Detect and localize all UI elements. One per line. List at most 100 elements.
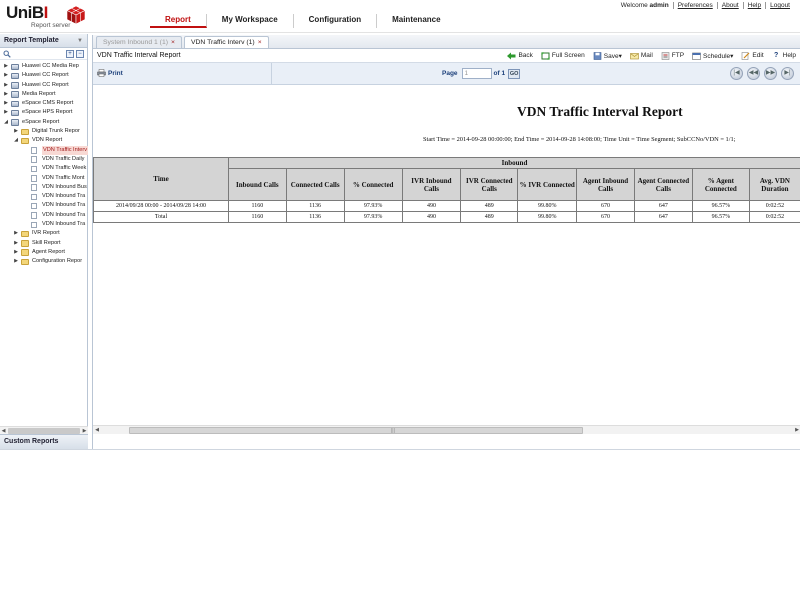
nav-configuration[interactable]: Configuration xyxy=(294,14,378,28)
tree-item[interactable]: ▶ Media Report xyxy=(0,90,88,99)
back-button[interactable]: Back xyxy=(507,52,533,60)
print-button[interactable]: Print xyxy=(97,69,123,77)
tree-item[interactable]: VDN Traffic Daily xyxy=(0,155,88,164)
col-header: Agent Connected Calls xyxy=(633,168,693,201)
mail-button[interactable]: Mail xyxy=(630,52,653,60)
expand-arrow-icon[interactable]: ▶ xyxy=(13,229,19,238)
custom-reports-header[interactable]: Custom Reports xyxy=(0,434,88,449)
nav-report[interactable]: Report xyxy=(150,14,207,28)
collapse-arrow-icon[interactable]: ◢ xyxy=(3,118,9,127)
tree-item-label: IVR Report xyxy=(32,230,60,237)
tree-item[interactable]: VDN Inbound Tra xyxy=(0,201,88,210)
go-button[interactable]: GO xyxy=(508,68,521,79)
col-header: % Agent Connected xyxy=(691,168,750,201)
pager-bar: Print Page 1 of 1 GO |◀ ◀◀ ▶▶ ▶| xyxy=(93,63,800,85)
expand-arrow-icon[interactable]: ▶ xyxy=(3,62,9,71)
expand-arrow-icon[interactable]: ▶ xyxy=(3,108,9,117)
tree-item-label: VDN Traffic Daily xyxy=(42,155,85,162)
page-number-input[interactable]: 1 xyxy=(461,68,492,79)
tree-item[interactable]: ▶ Agent Report xyxy=(0,248,88,257)
close-icon[interactable]: × xyxy=(171,39,175,46)
top-header: UniBI Report server Report My Workspace … xyxy=(0,0,800,33)
database-icon xyxy=(11,119,19,126)
previous-page-icon[interactable]: ◀◀ xyxy=(747,67,760,80)
report-title: VDN Traffic Interval Report xyxy=(517,104,683,119)
scroll-thumb[interactable]: ||| xyxy=(129,427,583,434)
collapse-icon[interactable]: ▼ xyxy=(77,38,87,44)
report-canvas: VDN Traffic Interval Report Start Time =… xyxy=(93,86,800,436)
scroll-right-icon[interactable]: ▶ xyxy=(793,426,800,435)
table-cell: 670 xyxy=(576,211,635,223)
first-page-icon[interactable]: |◀ xyxy=(730,67,743,80)
tree-item[interactable]: VDN Traffic Interv xyxy=(0,145,88,155)
tree-item[interactable]: VDN Traffic Mont xyxy=(0,174,88,183)
tree-item[interactable]: ▶ IVR Report xyxy=(0,229,88,238)
tree-item[interactable]: ▶ Huawei CC Report xyxy=(0,81,88,90)
tree-item[interactable]: ▶ eSpace HPS Report xyxy=(0,108,88,117)
about-link[interactable]: About xyxy=(716,2,743,9)
expand-arrow-icon[interactable]: ▶ xyxy=(3,90,9,99)
main-nav: Report My Workspace Configuration Mainte… xyxy=(150,14,456,30)
tree-item[interactable]: VDN Traffic Week xyxy=(0,164,88,173)
tree-item[interactable]: VDN Inbound Tra xyxy=(0,220,88,229)
tree-item[interactable]: ◢ VDN Report xyxy=(0,136,88,145)
edit-button[interactable]: Edit xyxy=(741,51,764,60)
col-header: IVR Inbound Calls xyxy=(401,168,462,201)
page-nav-buttons: |◀ ◀◀ ▶▶ ▶| xyxy=(726,67,794,80)
preferences-link[interactable]: Preferences xyxy=(672,2,717,9)
collapse-arrow-icon[interactable]: ◢ xyxy=(13,136,19,145)
tree-item-label: VDN Inbound Bus xyxy=(42,183,87,190)
collapse-all-icon[interactable]: − xyxy=(76,49,84,58)
save-button[interactable]: Save▾ xyxy=(593,51,622,60)
table-cell: 99.80% xyxy=(517,211,578,223)
expand-arrow-icon[interactable]: ▶ xyxy=(13,239,19,248)
tree-item[interactable]: VDN Inbound Tra xyxy=(0,211,88,220)
panel-header: Report Template ▼ xyxy=(0,34,87,48)
tree-item[interactable]: ▶ Configuration Repor xyxy=(0,257,88,266)
table-cell: 489 xyxy=(460,200,519,212)
expand-arrow-icon[interactable]: ▶ xyxy=(3,81,9,90)
tree-item-label: eSpace HPS Report xyxy=(22,109,73,116)
next-page-icon[interactable]: ▶▶ xyxy=(764,67,777,80)
logout-link[interactable]: Logout xyxy=(765,2,794,9)
search-icon[interactable] xyxy=(3,50,11,58)
tree-item[interactable]: ▶ Huawei CC Media Rep xyxy=(0,62,88,71)
database-icon xyxy=(11,109,19,117)
report-horizontal-scrollbar[interactable]: ◀ ||| ▶ xyxy=(93,425,800,434)
nav-my-workspace[interactable]: My Workspace xyxy=(207,14,294,28)
table-cell: 490 xyxy=(401,200,462,212)
group-header-inbound: Inbound xyxy=(228,157,800,169)
close-icon[interactable]: × xyxy=(258,39,262,46)
username: admin xyxy=(649,2,669,9)
tree-item[interactable]: ▶ Digital Trunk Repor xyxy=(0,127,88,136)
tree-item[interactable]: ▶ Huawei CC Report xyxy=(0,71,88,80)
last-page-icon[interactable]: ▶| xyxy=(781,67,794,80)
ftp-button[interactable]: FTP xyxy=(661,51,684,60)
tree-item[interactable]: ◢ eSpace Report xyxy=(0,118,88,127)
tree-item-label: Configuration Repor xyxy=(32,258,83,265)
scroll-left-icon[interactable]: ◀ xyxy=(93,426,101,435)
tree-item[interactable]: ▶ eSpace CMS Report xyxy=(0,99,88,108)
table-cell: 1160 xyxy=(228,211,287,223)
tree-item[interactable]: ▶ Skill Report xyxy=(0,239,88,248)
tree-item-label: eSpace CMS Report xyxy=(22,100,74,107)
expand-arrow-icon[interactable]: ▶ xyxy=(13,127,19,136)
tree-item-label: Digital Trunk Repor xyxy=(32,128,80,135)
nav-maintenance[interactable]: Maintenance xyxy=(377,14,455,28)
help-link[interactable]: Help xyxy=(742,2,765,9)
tree-horizontal-scrollbar[interactable]: ◀ ▶ xyxy=(0,426,88,434)
expand-all-icon[interactable]: + xyxy=(66,49,74,58)
tab-vdn-traffic-interval[interactable]: VDN Traffic Interv (1) × xyxy=(183,36,269,48)
tree-item[interactable]: VDN Inbound Bus xyxy=(0,183,88,192)
full-screen-button[interactable]: Full Screen xyxy=(541,51,585,60)
expand-arrow-icon[interactable]: ▶ xyxy=(3,99,9,108)
expand-arrow-icon[interactable]: ▶ xyxy=(3,71,9,80)
expand-arrow-icon[interactable]: ▶ xyxy=(13,257,19,266)
schedule-button[interactable]: Schedule▾ xyxy=(692,52,733,60)
logo-subtitle: Report server xyxy=(31,22,71,29)
tree-item[interactable]: VDN Inbound Tra xyxy=(0,192,88,201)
table-cell: 97.93% xyxy=(343,211,403,223)
help-button[interactable]: ? Help xyxy=(772,52,796,60)
expand-arrow-icon[interactable]: ▶ xyxy=(13,248,19,257)
tab-system-inbound[interactable]: System Inbound 1 (1) × xyxy=(96,36,182,48)
